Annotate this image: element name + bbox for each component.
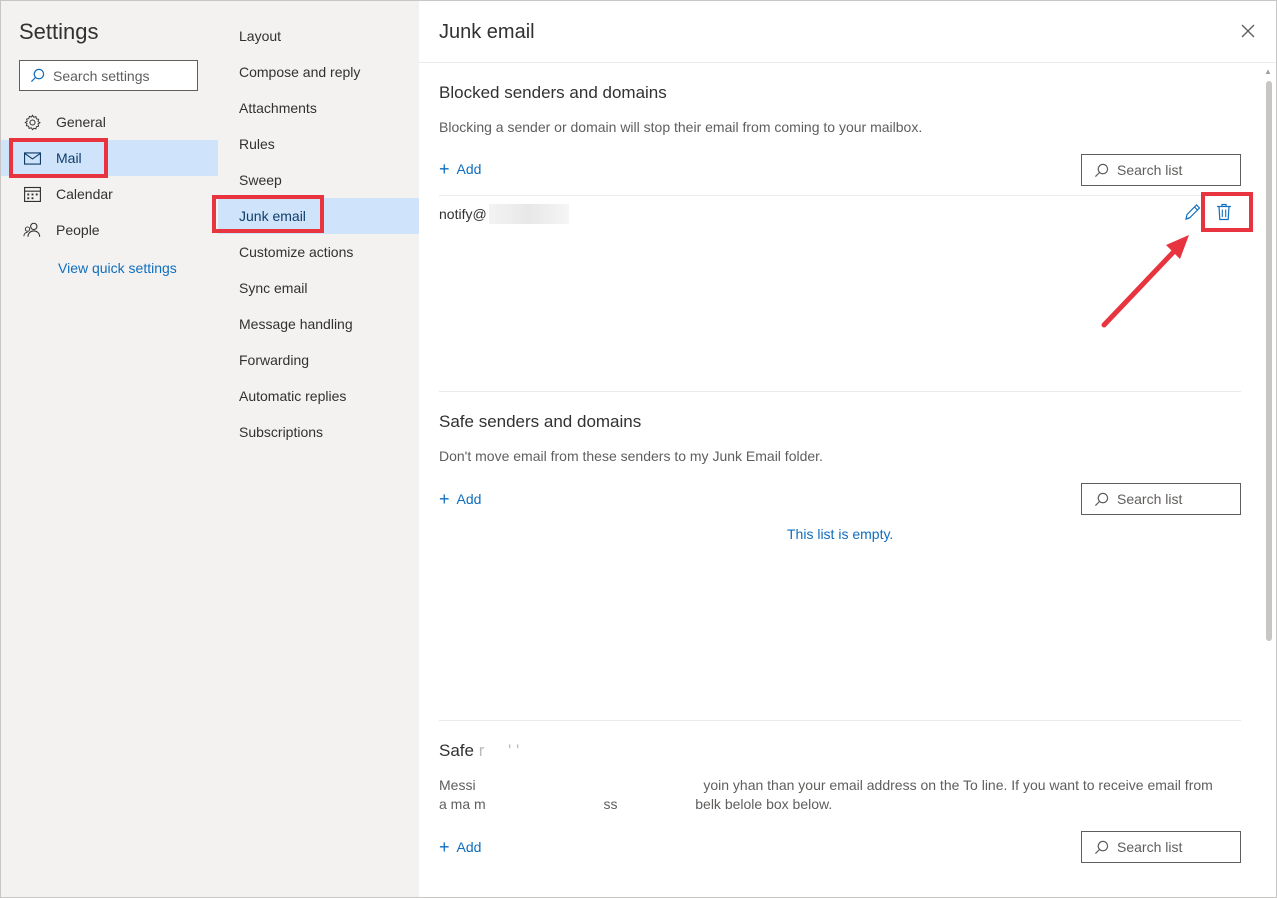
safe-mailing-lists-title: Safe r ' ' xyxy=(439,741,519,761)
plus-icon: + xyxy=(439,489,450,509)
safe-senders-desc: Don't move email from these senders to m… xyxy=(439,448,823,464)
redacted-domain xyxy=(488,204,569,224)
search-settings-input[interactable]: Search settings xyxy=(19,60,198,91)
sidebar-item-label: General xyxy=(56,114,106,130)
sidebar-item-calendar[interactable]: Calendar xyxy=(1,176,218,212)
safe-mailing-desc-line2: a ma m ss belk belole box below. xyxy=(439,795,832,814)
edit-pencil-icon[interactable] xyxy=(1183,202,1201,222)
junk-email-highlight-box xyxy=(212,195,324,233)
view-quick-settings-link[interactable]: View quick settings xyxy=(58,260,177,276)
search-list-placeholder: Search list xyxy=(1117,162,1183,178)
add-blocked-sender-button[interactable]: + Add xyxy=(439,159,482,179)
search-list-placeholder: Search list xyxy=(1117,839,1183,855)
nav-item-forwarding[interactable]: Forwarding xyxy=(218,342,419,378)
search-settings-placeholder: Search settings xyxy=(53,67,150,84)
blocked-search-list-input[interactable]: Search list xyxy=(1081,154,1241,186)
desc-fragment: a ma m xyxy=(439,796,486,812)
desc-fragment: ss xyxy=(603,796,618,812)
search-list-placeholder: Search list xyxy=(1117,491,1183,507)
blocked-sender-address: notify@ xyxy=(439,206,487,222)
sidebar-item-people[interactable]: People xyxy=(1,212,218,248)
calendar-icon xyxy=(23,185,41,203)
settings-window: Settings Search settings General Mail Ca… xyxy=(0,0,1277,898)
search-icon xyxy=(30,68,45,83)
add-label: Add xyxy=(456,161,482,177)
search-icon xyxy=(1094,840,1109,854)
nav-item-message-handling[interactable]: Message handling xyxy=(218,306,419,342)
list-divider xyxy=(439,195,1241,196)
add-label: Add xyxy=(456,839,482,855)
blocked-senders-desc: Blocking a sender or domain will stop th… xyxy=(439,119,923,135)
page-title: Junk email xyxy=(439,21,535,43)
nav-item-automatic-replies[interactable]: Automatic replies xyxy=(218,378,419,414)
safe-mailing-desc-line1: Messi yoin yhan than your email address … xyxy=(439,776,1213,795)
mail-highlight-box xyxy=(9,138,108,178)
mailing-search-list-input[interactable]: Search list xyxy=(1081,831,1241,863)
annotation-arrow xyxy=(1101,235,1189,328)
nav-item-attachments[interactable]: Attachments xyxy=(218,90,419,126)
people-icon xyxy=(23,221,41,239)
delete-highlight-box xyxy=(1201,192,1253,232)
plus-icon: + xyxy=(439,159,450,179)
add-safe-sender-button[interactable]: + Add xyxy=(439,489,482,509)
search-icon xyxy=(1094,163,1109,177)
junk-email-panel: Junk email ▲ Blocked senders and domains… xyxy=(419,1,1276,897)
plus-icon: + xyxy=(439,837,450,857)
sidebar-item-label: Calendar xyxy=(56,186,113,202)
section-divider xyxy=(439,720,1241,721)
safe-mailing-title-text: Safe xyxy=(439,741,474,760)
sidebar-item-general[interactable]: General xyxy=(1,104,218,140)
nav-item-compose-and-reply[interactable]: Compose and reply xyxy=(218,54,419,90)
sidebar-item-label: People xyxy=(56,222,100,238)
blocked-senders-title: Blocked senders and domains xyxy=(439,83,667,102)
nav-item-sweep[interactable]: Sweep xyxy=(218,162,419,198)
close-icon[interactable] xyxy=(1239,22,1257,40)
mail-settings-nav: Layout Compose and reply Attachments Rul… xyxy=(218,1,419,897)
add-label: Add xyxy=(456,491,482,507)
obscured-title-fragment: r ' ' xyxy=(473,741,520,760)
scrollbar-thumb[interactable] xyxy=(1266,81,1272,641)
search-icon xyxy=(1094,492,1109,506)
scroll-up-icon[interactable]: ▲ xyxy=(1264,67,1272,76)
gear-icon xyxy=(23,113,41,131)
desc-fragment: yoin yhan than your email address on the… xyxy=(703,777,1213,793)
add-mailing-list-button[interactable]: + Add xyxy=(439,837,482,857)
nav-item-subscriptions[interactable]: Subscriptions xyxy=(218,414,419,450)
safe-senders-title: Safe senders and domains xyxy=(439,412,642,431)
desc-fragment: Messi xyxy=(439,777,476,793)
nav-item-sync-email[interactable]: Sync email xyxy=(218,270,419,306)
desc-fragment: belk belole box below. xyxy=(695,796,833,812)
section-divider xyxy=(439,391,1241,392)
blocked-sender-item[interactable]: notify@ xyxy=(439,204,569,224)
nav-item-customize-actions[interactable]: Customize actions xyxy=(218,234,419,270)
nav-item-rules[interactable]: Rules xyxy=(218,126,419,162)
empty-list-message: This list is empty. xyxy=(787,526,894,542)
settings-sidebar: Settings Search settings General Mail Ca… xyxy=(1,1,218,897)
settings-title: Settings xyxy=(19,19,99,44)
safe-search-list-input[interactable]: Search list xyxy=(1081,483,1241,515)
nav-item-layout[interactable]: Layout xyxy=(218,18,419,54)
header-divider xyxy=(419,62,1276,63)
